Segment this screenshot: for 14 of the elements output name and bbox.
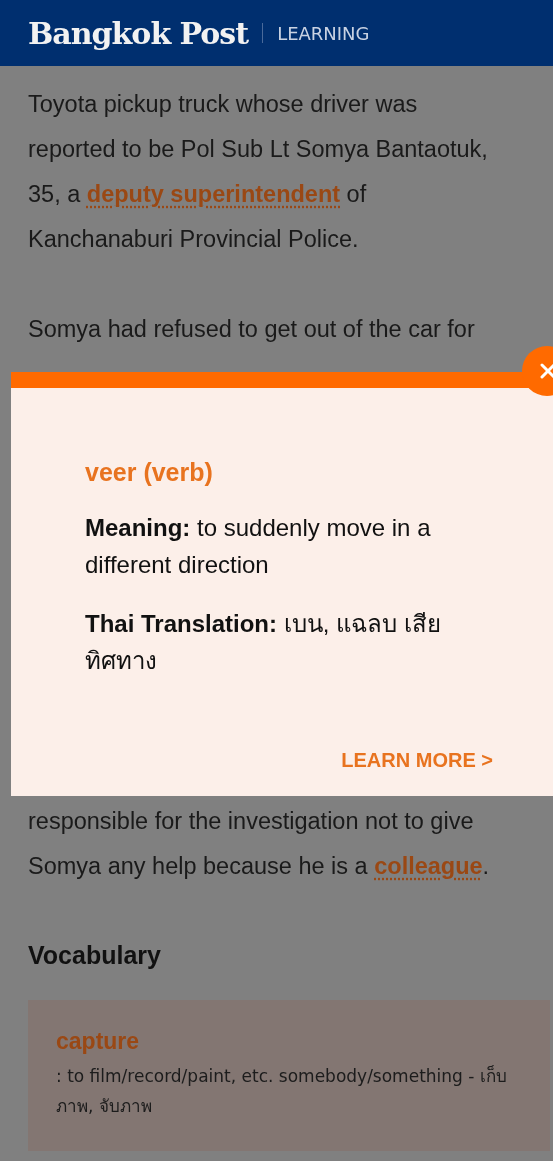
logo[interactable]: Bangkok Post [28,15,249,51]
vocabulary-definition: : to film/record/paint, etc. somebody/something - เก็บภาพ, จับภาพ [56,1064,508,1118]
paragraph: responsible for the investigation not to give Somya any help because he is a colleague. [28,807,491,881]
section-title: LEARNING [277,22,370,44]
translation-text: Thai Translation: เบน, แฉลบ เสียทิศทาง [85,609,442,676]
learn-more-link[interactable]: LEARN MORE > [341,749,493,772]
vocabulary-word: capture [56,1028,141,1055]
word-link[interactable]: colleague [374,853,483,879]
popup-term: veer (verb) [85,458,214,487]
paragraph: Toyota pickup truck whose driver was reported to be Pol Sub Lt Somya Bantaotuk, 35, a deputy superintendent of Kanchanaburi Provincial Police. [28,90,489,254]
meaning-text: Meaning: to suddenly move in a different direction [85,513,432,580]
word-link[interactable]: deputy superintendent [86,181,341,207]
section-heading: Vocabulary [28,941,162,970]
paragraph: Somya had refused to get out of the car for [28,315,476,344]
